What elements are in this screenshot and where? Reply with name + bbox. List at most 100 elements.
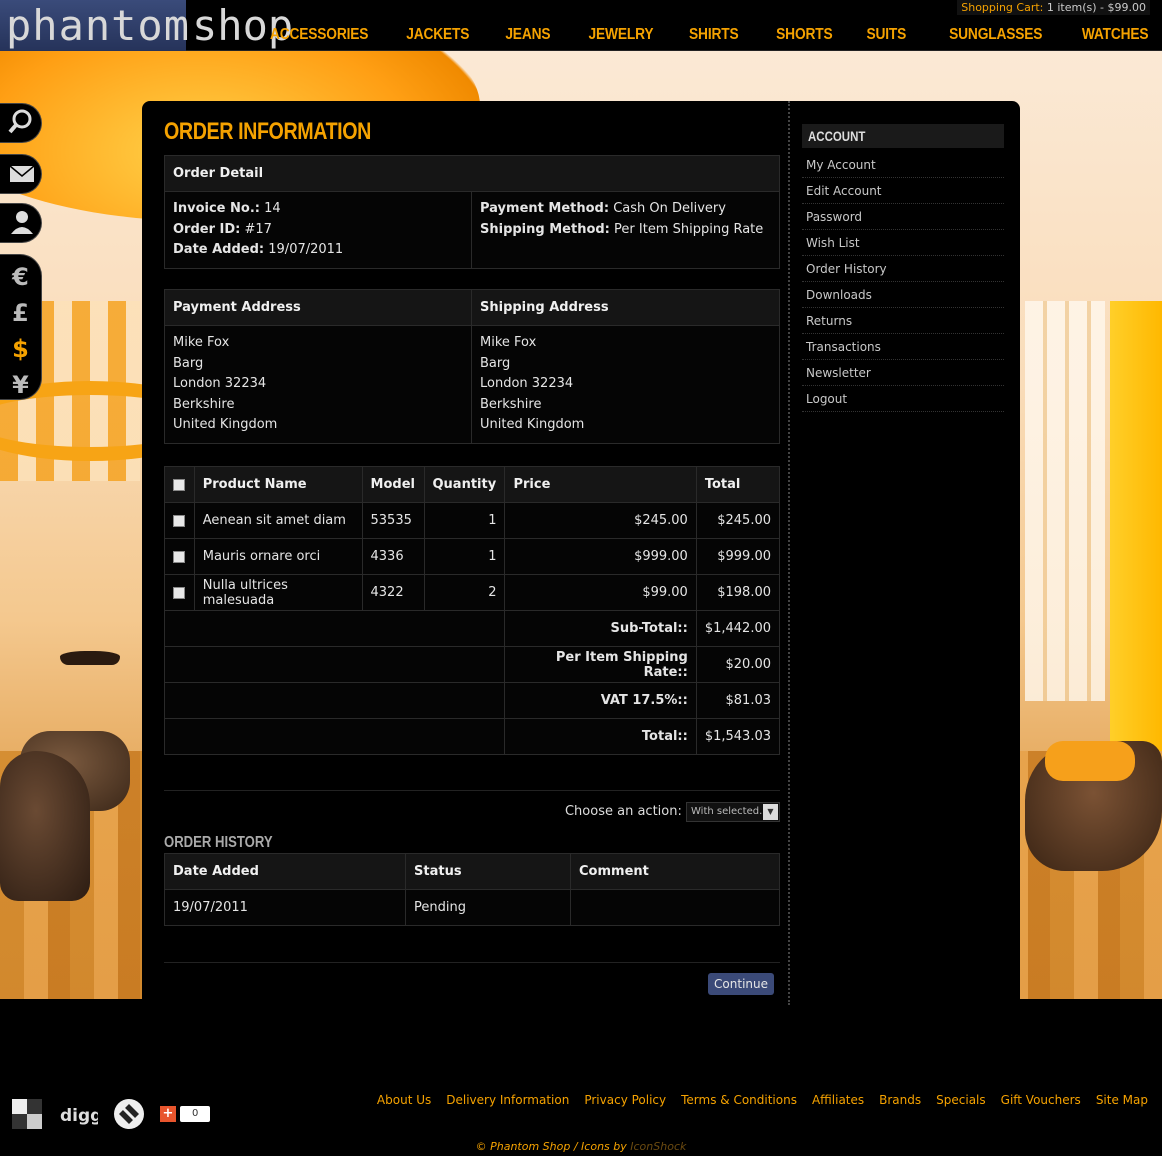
row-checkbox[interactable] [173, 550, 186, 563]
delicious-icon[interactable] [10, 1097, 44, 1131]
address-line: Barg [480, 355, 511, 371]
footer-link-gift-vouchers[interactable]: Gift Vouchers [1001, 1093, 1081, 1107]
footer-link-brands[interactable]: Brands [879, 1093, 921, 1107]
nav-jewelry[interactable]: JEWELRY [588, 26, 653, 44]
address-line: London 32234 [480, 376, 574, 391]
sidebar-item-password[interactable]: Password [802, 204, 1004, 230]
address-line: Mike Fox [173, 335, 230, 350]
total-header: Total [695, 466, 781, 503]
vat-value: $81.03 [695, 682, 781, 719]
shopping-cart-summary[interactable]: Shopping Cart: 1 item(s) - $99.00 [957, 0, 1150, 15]
action-label: Choose an action: [564, 804, 682, 819]
row-checkbox[interactable] [173, 514, 186, 527]
subtotal-value: $1,442.00 [695, 610, 781, 647]
copyright-credit-link[interactable]: IconShock [630, 1140, 686, 1153]
history-date: 19/07/2011 [164, 889, 406, 926]
product-total: $198.00 [695, 574, 781, 611]
quantity-header: Quantity [423, 466, 506, 503]
product-model: 53535 [361, 502, 425, 539]
grand-total-value: $1,543.03 [695, 718, 781, 755]
currency-yen[interactable]: ¥ [0, 367, 41, 403]
footer-link-delivery[interactable]: Delivery Information [446, 1093, 569, 1107]
row-checkbox[interactable] [173, 586, 186, 599]
nav-watches[interactable]: WATCHES [1081, 26, 1148, 44]
main-nav: ACCESSORIES JACKETS JEANS JEWELRY SHIRTS… [226, 26, 1162, 44]
select-all-checkbox[interactable] [173, 478, 186, 491]
cart-label: Shopping Cart: [961, 1, 1044, 14]
social-links: digg + 0 [10, 1097, 211, 1131]
sidebar-item-newsletter[interactable]: Newsletter [802, 360, 1004, 386]
nav-suits[interactable]: SUITS [867, 26, 907, 44]
footer-links: About Us Delivery Information Privacy Po… [362, 1093, 1148, 1107]
mail-tab[interactable] [0, 154, 42, 194]
logo-part-1: phantom [0, 0, 189, 51]
history-status: Pending [405, 889, 571, 926]
shipping-address: Mike Fox Barg London 32234 Berkshire Uni… [471, 325, 780, 444]
nav-accessories[interactable]: ACCESSORIES [270, 26, 368, 44]
product-price: $245.00 [504, 502, 697, 539]
sidebar-item-transactions[interactable]: Transactions [802, 334, 1004, 360]
model-header: Model [361, 466, 425, 503]
footer-link-terms[interactable]: Terms & Conditions [681, 1093, 797, 1107]
sidebar-item-returns[interactable]: Returns [802, 308, 1004, 334]
page-title: ORDER INFORMATION [164, 118, 371, 145]
product-name: Nulla ultrices malesuada [193, 574, 363, 611]
addthis-plus-icon: + [160, 1106, 176, 1122]
footer-link-site-map[interactable]: Site Map [1096, 1093, 1148, 1107]
product-model: 4322 [361, 574, 425, 611]
account-tab[interactable] [0, 203, 42, 243]
footer-link-privacy[interactable]: Privacy Policy [584, 1093, 666, 1107]
currency-dollar[interactable]: $ [0, 331, 41, 367]
totals-row: Total:: $1,543.03 [163, 718, 781, 755]
nav-jackets[interactable]: JACKETS [406, 26, 469, 44]
order-detail-header: Order Detail [164, 155, 780, 192]
divider [164, 962, 780, 963]
search-tab[interactable] [0, 103, 42, 143]
stumbleupon-icon[interactable] [112, 1097, 146, 1131]
table-row: 19/07/2011 Pending [164, 889, 780, 926]
sidebar-item-edit-account[interactable]: Edit Account [802, 178, 1004, 204]
product-name: Mauris ornare orci [193, 538, 363, 575]
table-row: Nulla ultrices malesuada 4322 2 $99.00 $… [164, 574, 781, 611]
subtotal-label: Sub-Total:: [504, 610, 697, 647]
main-panel: ORDER INFORMATION Order Detail Invoice N… [142, 101, 1020, 1005]
nav-sunglasses[interactable]: SUNGLASSES [949, 26, 1042, 44]
sidebar-item-order-history[interactable]: Order History [802, 256, 1004, 282]
product-price: $999.00 [504, 538, 697, 575]
product-quantity: 1 [423, 538, 506, 575]
cart-value: 1 item(s) - $99.00 [1046, 1, 1146, 14]
payment-method-value: Cash On Delivery [613, 201, 726, 216]
totals-spacer [163, 718, 506, 755]
history-date-header: Date Added [164, 853, 406, 890]
search-icon [0, 104, 41, 150]
shipping-method-label: Shipping Method: [480, 221, 610, 237]
address-line: London 32234 [173, 376, 267, 391]
product-model: 4336 [361, 538, 425, 575]
sidebar-item-logout[interactable]: Logout [802, 386, 1004, 412]
product-name-header: Product Name [193, 466, 363, 503]
user-icon [0, 204, 41, 250]
nav-shorts[interactable]: SHORTS [776, 26, 832, 44]
sidebar-item-wish-list[interactable]: Wish List [802, 230, 1004, 256]
method-info-cell: Payment Method: Cash On Delivery Shippin… [471, 191, 780, 269]
nav-shirts[interactable]: SHIRTS [689, 26, 739, 44]
currency-euro[interactable]: € [0, 259, 41, 295]
address-line: Berkshire [480, 396, 542, 412]
table-row: Mauris ornare orci 4336 1 $999.00 $999.0… [164, 538, 781, 575]
vat-label: VAT 17.5%:: [504, 682, 697, 719]
sidebar-item-downloads[interactable]: Downloads [802, 282, 1004, 308]
footer-link-specials[interactable]: Specials [936, 1093, 986, 1107]
chevron-down-icon: ▼ [763, 803, 778, 820]
nav-jeans[interactable]: JEANS [505, 26, 550, 44]
share-widget[interactable]: + 0 [160, 1106, 211, 1122]
shipping-address-header: Shipping Address [471, 289, 780, 326]
footer-link-affiliates[interactable]: Affiliates [812, 1093, 864, 1107]
history-comment [570, 889, 780, 926]
digg-icon[interactable]: digg [58, 1097, 102, 1131]
sidebar-item-my-account[interactable]: My Account [802, 152, 1004, 178]
product-quantity: 2 [423, 574, 506, 611]
action-select[interactable]: With selected.. ▼ [686, 801, 780, 822]
currency-pound[interactable]: £ [0, 295, 41, 331]
footer-link-about[interactable]: About Us [377, 1093, 431, 1107]
continue-button[interactable]: Continue [708, 973, 774, 995]
